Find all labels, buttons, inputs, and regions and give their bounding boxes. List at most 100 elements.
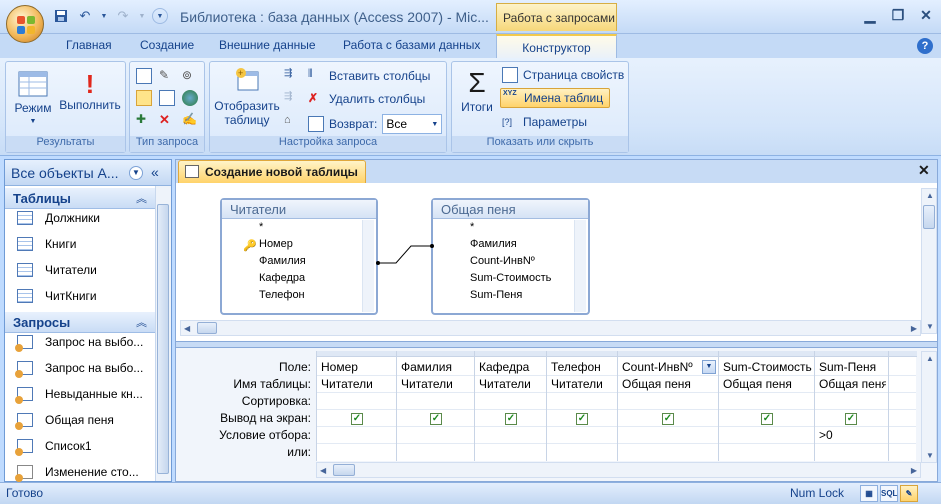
run-button[interactable]: ! Выполнить xyxy=(58,70,122,112)
sql-view-icon[interactable]: SQL xyxy=(880,485,898,502)
design-view-icon[interactable]: ✎ xyxy=(900,485,918,502)
field-item[interactable]: Кафедра xyxy=(225,272,360,289)
grid-table-cell[interactable]: Читатели xyxy=(321,377,394,394)
grid-table-cell[interactable]: Общая пеня xyxy=(723,377,812,394)
nav-item-query[interactable]: Невыданные кн... xyxy=(15,387,143,404)
grid-field-cell[interactable]: Кафедра xyxy=(479,360,544,377)
grid-field-cell[interactable]: Номер xyxy=(321,360,394,377)
nav-pane-header[interactable]: Все объекты А... ▼ « xyxy=(5,160,171,186)
close-document-icon[interactable]: ✕ xyxy=(918,162,930,179)
property-sheet-button[interactable]: Страница свойств xyxy=(502,67,624,83)
parameters-button[interactable]: [?] Параметры xyxy=(502,114,587,130)
crosstab-query-icon[interactable]: ⊚ xyxy=(182,68,198,84)
field-item[interactable]: * xyxy=(225,221,360,238)
show-checkbox[interactable]: ✓ xyxy=(505,413,517,425)
make-table-query-icon[interactable] xyxy=(136,68,152,84)
grid-vertical-scrollbar[interactable]: ▲ ▼ xyxy=(921,351,937,463)
redo-icon[interactable]: ↷ xyxy=(114,7,132,25)
grid-column-empty[interactable] xyxy=(889,351,917,461)
design-grid[interactable]: Номер Читатели ✓ Фамилия Читатели ✓ Кафе… xyxy=(316,351,917,461)
nav-item-table[interactable]: Книги xyxy=(17,237,76,251)
insert-rows-button[interactable]: ⇶ xyxy=(284,68,300,84)
table-names-button[interactable]: XYZ Имена таблиц xyxy=(500,88,611,108)
grid-criteria-cell[interactable]: >0 xyxy=(819,428,886,445)
grid-column[interactable]: Sum-Пеня Общая пеня ✓ >0 xyxy=(815,351,889,461)
join-line[interactable] xyxy=(376,238,436,268)
show-checkbox[interactable]: ✓ xyxy=(662,413,674,425)
close-icon[interactable]: ✕ xyxy=(912,4,940,26)
field-list-scrollbar[interactable] xyxy=(574,220,586,312)
grid-field-cell[interactable]: Sum-Пеня xyxy=(819,360,886,377)
field-item[interactable]: Count-ИнвNº xyxy=(436,255,572,272)
grid-horizontal-scrollbar[interactable]: ◀ ▶ xyxy=(316,462,921,478)
undo-icon[interactable]: ↶ xyxy=(76,7,94,25)
grid-column[interactable]: Номер Читатели ✓ xyxy=(317,351,397,461)
nav-section-tables[interactable]: Таблицы ︽ xyxy=(5,188,155,209)
totals-button[interactable]: Σ Итоги xyxy=(456,66,498,114)
field-item-key[interactable]: 🔑 Номер xyxy=(225,238,360,255)
field-list-readers[interactable]: Читатели * 🔑 Номер Фамилия Кафедра Телефо… xyxy=(220,198,378,315)
nav-item-query[interactable]: Запрос на выбо... xyxy=(15,361,143,378)
builder-button[interactable]: ⌂ xyxy=(284,114,300,130)
tab-design[interactable]: Конструктор xyxy=(496,34,617,60)
delete-columns-button[interactable]: ✗ Удалить столбцы xyxy=(308,91,425,107)
nav-pane-scroll-thumb[interactable] xyxy=(157,204,169,474)
grid-criteria-cell[interactable] xyxy=(401,428,472,445)
field-list-total-fine[interactable]: Общая пеня * Фамилия Count-ИнвNº Sum-Сто… xyxy=(431,198,590,315)
insert-columns-button[interactable]: ⫴ Вставить столбцы xyxy=(308,68,430,84)
pass-through-query-icon[interactable] xyxy=(182,90,198,106)
tab-create[interactable]: Создание xyxy=(140,38,194,52)
undo-dropdown-icon[interactable]: ▼ xyxy=(100,7,108,25)
delete-rows-button[interactable]: ⇶ xyxy=(284,91,300,107)
show-checkbox[interactable]: ✓ xyxy=(351,413,363,425)
datasheet-view-icon[interactable]: ▦ xyxy=(860,485,878,502)
grid-criteria-cell[interactable] xyxy=(551,428,615,445)
return-select[interactable]: Все ▼ xyxy=(382,114,443,134)
field-item[interactable]: * xyxy=(436,221,572,238)
append-query-icon[interactable] xyxy=(159,90,175,106)
design-area-horizontal-scrollbar[interactable]: ◀ ▶ xyxy=(180,320,921,336)
grid-column[interactable]: Фамилия Читатели ✓ xyxy=(397,351,475,461)
field-dropdown-icon[interactable]: ▼ xyxy=(702,360,716,374)
grid-field-cell[interactable]: Sum-Стоимость xyxy=(723,360,812,377)
field-item[interactable]: Фамилия xyxy=(436,238,572,255)
grid-table-cell[interactable]: Читатели xyxy=(479,377,544,394)
save-icon[interactable] xyxy=(52,7,70,25)
customize-qat-icon[interactable]: ▼ xyxy=(152,8,168,24)
grid-column[interactable]: Кафедра Читатели ✓ xyxy=(475,351,547,461)
nav-item-query[interactable]: Общая пеня xyxy=(15,413,114,430)
grid-table-cell[interactable]: Читатели xyxy=(551,377,615,394)
data-definition-query-icon[interactable]: ✍ xyxy=(182,112,198,128)
grid-table-cell[interactable]: Общая пеня xyxy=(622,377,716,394)
update-query-icon[interactable]: ✎ xyxy=(159,68,175,84)
show-checkbox[interactable]: ✓ xyxy=(430,413,442,425)
field-item[interactable]: Sum-Пеня xyxy=(436,289,572,306)
show-checkbox[interactable]: ✓ xyxy=(761,413,773,425)
grid-criteria-cell[interactable] xyxy=(723,428,812,445)
help-icon[interactable]: ? xyxy=(917,38,933,54)
grid-column[interactable]: Телефон Читатели ✓ xyxy=(547,351,618,461)
grid-table-cell[interactable]: Читатели xyxy=(401,377,472,394)
grid-column[interactable]: Sum-Стоимость Общая пеня ✓ xyxy=(719,351,815,461)
field-list-scrollbar[interactable] xyxy=(362,220,374,312)
show-table-button[interactable]: + Отобразить таблицу xyxy=(214,66,280,127)
nav-item-query[interactable]: Список1 xyxy=(15,439,92,456)
pane-splitter[interactable] xyxy=(175,341,938,348)
field-item[interactable]: Фамилия xyxy=(225,255,360,272)
grid-table-cell[interactable]: Общая пеня xyxy=(819,377,886,394)
minimize-icon[interactable]: ▁ xyxy=(856,4,884,26)
show-checkbox[interactable]: ✓ xyxy=(845,413,857,425)
tab-database-tools[interactable]: Работа с базами данных xyxy=(343,38,480,52)
restore-icon[interactable]: ❐ xyxy=(884,4,912,26)
nav-item-table[interactable]: ЧитКниги xyxy=(17,289,97,303)
nav-pane-dropdown-icon[interactable]: ▼ xyxy=(129,166,143,180)
redo-dropdown-icon[interactable]: ▼ xyxy=(138,7,146,25)
document-tab[interactable]: Создание новой таблицы xyxy=(178,160,366,183)
nav-pane-collapse-icon[interactable]: « xyxy=(151,164,159,180)
grid-field-cell[interactable]: Телефон xyxy=(551,360,615,377)
select-query-icon[interactable] xyxy=(136,90,152,106)
grid-column[interactable]: Count-ИнвNº ▼ Общая пеня ✓ xyxy=(618,351,719,461)
office-button[interactable] xyxy=(6,5,44,43)
nav-section-queries[interactable]: Запросы ︽ xyxy=(5,312,155,333)
delete-query-icon[interactable]: ✕ xyxy=(159,112,175,128)
